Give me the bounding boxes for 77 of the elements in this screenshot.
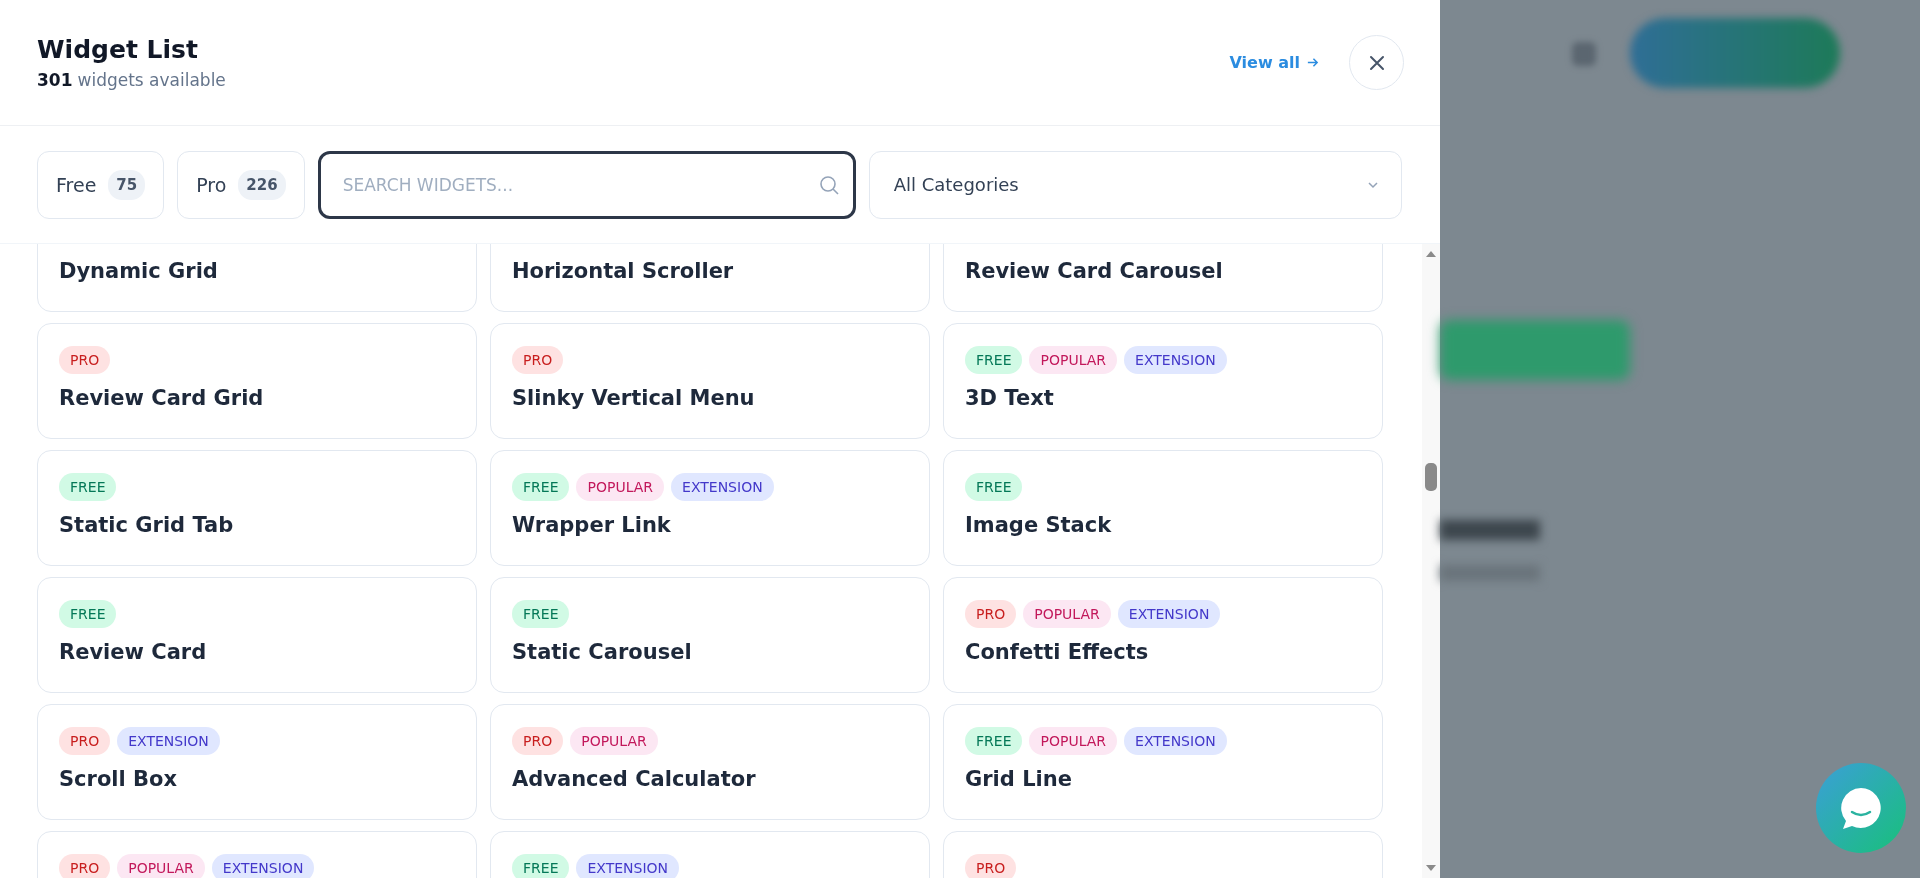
tag-badge: FREE <box>59 600 117 628</box>
tag-badge: EXTENSION <box>576 854 680 878</box>
tag-badge: FREE <box>512 854 570 878</box>
widget-title: Wrapper Link <box>512 513 672 537</box>
widget-title: Advanced Calculator <box>512 767 757 791</box>
tag-badge: FREE <box>965 473 1023 501</box>
widget-card[interactable]: FREE EXTENSION <box>490 831 930 878</box>
widget-card[interactable]: FREE Image Stack <box>943 450 1383 566</box>
tag-badge: FREE <box>59 473 117 501</box>
widget-title: Scroll Box <box>59 767 179 791</box>
tag-badge: PRO <box>512 346 564 374</box>
widget-card[interactable]: PRO Slinky Vertical Menu <box>490 323 930 439</box>
widget-title: Review Card Grid <box>59 386 265 410</box>
widget-count: 301 <box>37 70 73 90</box>
category-dropdown[interactable]: All Categories <box>868 150 1402 219</box>
tag-badge: POPULAR <box>576 473 665 501</box>
widget-card[interactable]: Review Card Carousel <box>943 244 1383 312</box>
widget-card[interactable]: FREE POPULAR EXTENSION Grid Line <box>943 704 1383 820</box>
tag-badge: PRO <box>965 600 1017 628</box>
widget-card[interactable]: PRO <box>943 831 1383 878</box>
widget-card[interactable]: Dynamic Grid <box>37 244 477 312</box>
widget-card[interactable]: FREE Review Card <box>37 577 477 693</box>
tag-badge: EXTENSION <box>1124 346 1227 374</box>
widget-title: 3D Text <box>965 386 1055 410</box>
widget-title: Review Card <box>59 640 208 664</box>
widget-title: Horizontal Scroller <box>512 259 735 283</box>
widget-title: Static Carousel <box>512 640 693 664</box>
widget-card[interactable]: FREE Static Carousel <box>490 577 930 693</box>
tag-badge: POPULAR <box>1023 600 1111 628</box>
filter-button[interactable]: Pro 226 <box>177 150 305 219</box>
widget-title: Grid Line <box>965 767 1073 791</box>
tag-badge: PRO <box>512 727 564 755</box>
widget-card[interactable]: FREE POPULAR EXTENSION Wrapper Link <box>490 450 930 566</box>
tag-badge: FREE <box>965 727 1023 755</box>
search-icon <box>817 173 840 196</box>
tag-badge: FREE <box>965 346 1023 374</box>
scroll-down-icon[interactable] <box>1425 864 1437 872</box>
widget-title: Image Stack <box>965 513 1113 537</box>
scroll-thumb[interactable] <box>1425 463 1437 491</box>
widget-card[interactable]: PRO Review Card Grid <box>37 323 477 439</box>
widget-card[interactable]: FREE Static Grid Tab <box>37 450 477 566</box>
panel-title: Widget List <box>37 35 199 64</box>
tag-badge: PRO <box>59 854 111 878</box>
widget-card[interactable]: FREE POPULAR EXTENSION 3D Text <box>943 323 1383 439</box>
tag-badge: EXTENSION <box>671 473 774 501</box>
tag-badge: EXTENSION <box>117 727 220 755</box>
widget-card[interactable]: PRO POPULAR Advanced Calculator <box>490 704 930 820</box>
tag-badge: POPULAR <box>1029 346 1118 374</box>
tag-badge: POPULAR <box>570 727 658 755</box>
subtitle-text: widgets available <box>77 70 226 90</box>
tag-badge: EXTENSION <box>1117 600 1221 628</box>
tag-badge: EXTENSION <box>1124 727 1227 755</box>
filter-button[interactable]: Free 75 <box>37 150 165 219</box>
blurred-icon-shape <box>1572 42 1596 66</box>
tag-badge: FREE <box>512 473 570 501</box>
close-icon <box>1367 53 1386 72</box>
widget-title: Confetti Effects <box>965 640 1150 664</box>
scroll-up-icon[interactable] <box>1425 250 1437 258</box>
tag-badge: POPULAR <box>117 854 205 878</box>
view-all-link[interactable]: View all <box>1229 53 1319 72</box>
widget-card[interactable]: PRO POPULAR EXTENSION <box>37 831 477 878</box>
widget-title: Slinky Vertical Menu <box>512 386 756 410</box>
widget-title: Static Grid Tab <box>59 513 235 537</box>
scrollbar[interactable] <box>1422 244 1440 878</box>
tag-badge: POPULAR <box>1029 727 1118 755</box>
widget-title: Dynamic Grid <box>59 259 219 283</box>
widget-card[interactable]: Horizontal Scroller <box>490 244 930 312</box>
tag-badge: PRO <box>59 346 111 374</box>
widget-title: Review Card Carousel <box>965 259 1224 283</box>
tag-badge: EXTENSION <box>211 854 315 878</box>
tag-badge: PRO <box>965 854 1017 878</box>
widget-card[interactable]: PRO EXTENSION Scroll Box <box>37 704 477 820</box>
arrow-right-icon <box>1306 56 1319 69</box>
search-field[interactable]: SEARCH WIDGETS... <box>317 150 856 219</box>
tag-badge: PRO <box>59 727 111 755</box>
widget-card[interactable]: PRO POPULAR EXTENSION Confetti Effects <box>943 577 1383 693</box>
tag-badge: FREE <box>512 600 570 628</box>
